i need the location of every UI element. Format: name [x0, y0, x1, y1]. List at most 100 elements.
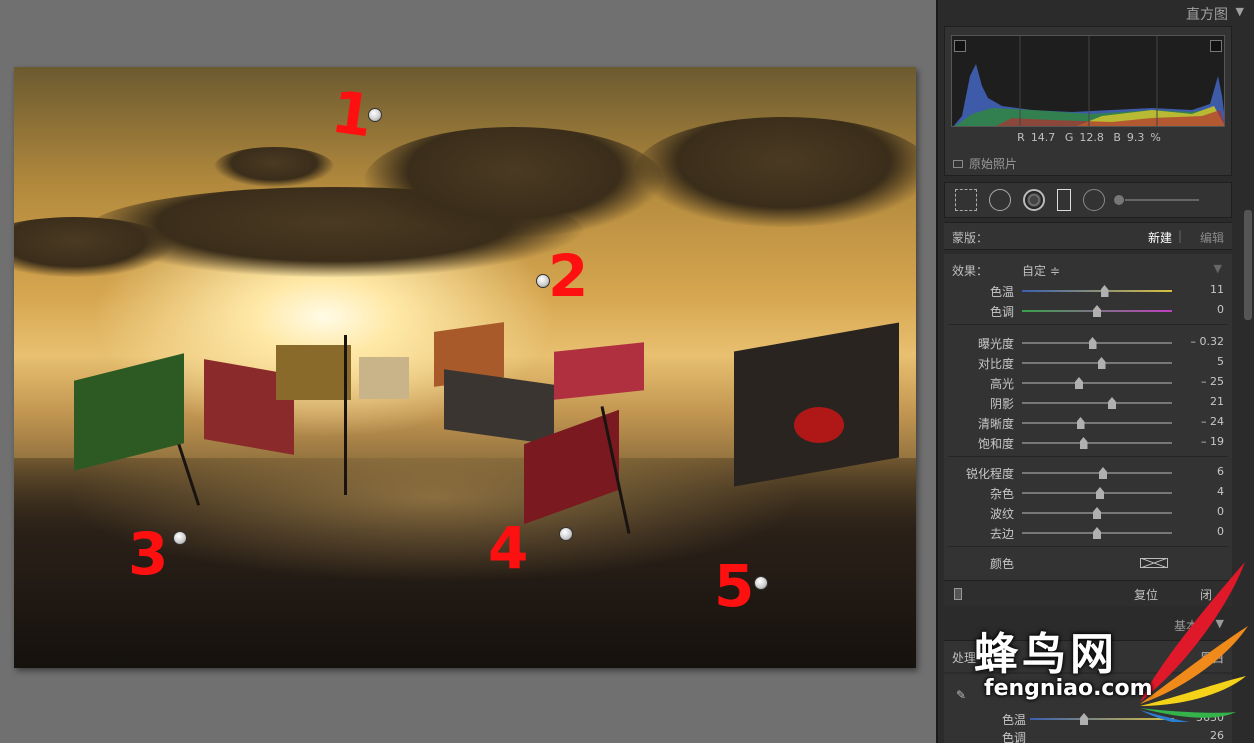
slider-row[interactable]: 曝光度 – 0.32	[944, 334, 1232, 352]
crop-tool-icon[interactable]	[955, 189, 977, 211]
original-photo-toggle[interactable]: 原始照片	[953, 155, 1017, 172]
g-label: G	[1064, 131, 1074, 144]
basic-collapse-icon[interactable]: ▼	[1216, 617, 1224, 630]
slider-track[interactable]	[1030, 713, 1174, 725]
mask-edit-button[interactable]: 编辑	[1200, 229, 1224, 246]
color-swatch[interactable]	[1140, 558, 1168, 568]
cloud	[634, 117, 916, 227]
basic-header[interactable]: 基本 ▼	[944, 614, 1232, 636]
slider-track[interactable]	[1022, 467, 1172, 479]
mask-new-button[interactable]: 新建	[1148, 229, 1172, 246]
slider-row[interactable]: 锐化程度 6	[944, 464, 1232, 482]
slider-track[interactable]	[1022, 337, 1172, 349]
slider-value[interactable]: 5	[1217, 355, 1224, 368]
develop-panel: 直方图 ▼ R 14.7 G 12.8 B 9.3% 原始照片 蒙版： 新建 |…	[936, 0, 1254, 743]
color-row: 颜色	[944, 554, 1232, 574]
slider-track[interactable]	[1022, 417, 1172, 429]
slider-label: 对比度	[977, 357, 1014, 371]
slider-track[interactable]	[1022, 305, 1172, 317]
festival-photo[interactable]: 1 2 3 4 5	[14, 67, 916, 668]
slider-value[interactable]: – 19	[1201, 435, 1224, 448]
annotation-2: 2	[548, 242, 589, 310]
checkbox-icon[interactable]	[953, 159, 963, 168]
mask-separator: |	[1177, 229, 1182, 243]
slider-track[interactable]	[1022, 397, 1172, 409]
slider-thumb[interactable]	[1075, 377, 1083, 389]
pale-flag	[359, 357, 409, 399]
effect-label: 效果：	[952, 264, 989, 278]
spot-removal-icon[interactable]	[989, 189, 1011, 211]
slider-track[interactable]	[1022, 437, 1172, 449]
slider-row[interactable]: 色调 0	[944, 302, 1232, 320]
slider-value[interactable]: 26	[1210, 729, 1224, 742]
slider-row[interactable]: 去边 0	[944, 524, 1232, 542]
slider-value[interactable]: 0	[1217, 525, 1224, 538]
slider-thumb[interactable]	[1097, 357, 1106, 369]
slider-thumb[interactable]	[1096, 487, 1104, 499]
panel-scrollbar[interactable]	[1244, 210, 1252, 320]
group-divider	[948, 546, 1228, 547]
slider-thumb[interactable]	[1076, 417, 1085, 429]
slider-label: 曝光度	[977, 337, 1014, 351]
slider-thumb[interactable]	[1093, 507, 1101, 519]
slider-row[interactable]: 阴影 21	[944, 394, 1232, 412]
brush-slider[interactable]	[1113, 194, 1199, 206]
slider-thumb[interactable]	[1100, 285, 1109, 297]
slider-row[interactable]: 色温 11	[944, 282, 1232, 300]
slider-thumb[interactable]	[1093, 527, 1101, 539]
slider-value[interactable]: 21	[1210, 395, 1224, 408]
process-row: 处理 黑白	[944, 640, 1232, 672]
black-white-button[interactable]: 黑白	[1200, 649, 1224, 666]
slider-value[interactable]: – 25	[1201, 375, 1224, 388]
slider-thumb[interactable]	[1080, 713, 1088, 725]
slider-row[interactable]: 杂色 4	[944, 484, 1232, 502]
effect-select[interactable]: 自定 ≑	[1022, 262, 1060, 279]
adjustment-brush-panel: 效果： 自定 ≑ ▼ 色温 11 色调 0 曝光度 – 0.32 对比度 5 高光 – 25 阴影 2…	[944, 254, 1232, 604]
slider-track[interactable]	[1022, 285, 1172, 297]
slider-row[interactable]: 波纹 0	[944, 504, 1232, 522]
slider-track[interactable]	[1022, 357, 1172, 369]
effect-collapse-icon[interactable]: ▼	[1214, 262, 1222, 275]
slider-thumb[interactable]	[1108, 397, 1116, 409]
slider-row[interactable]: 高光 – 25	[944, 374, 1232, 392]
histogram-collapse-icon[interactable]: ▼	[1236, 5, 1244, 18]
slider-value[interactable]: 6	[1217, 465, 1224, 478]
pink-flag	[554, 342, 644, 400]
slider-row[interactable]: 饱和度 – 19	[944, 434, 1232, 452]
slider-thumb[interactable]	[1099, 467, 1107, 479]
slider-track[interactable]	[1022, 377, 1172, 389]
slider-row[interactable]: 清晰度 – 24	[944, 414, 1232, 432]
slider-value[interactable]: 0	[1217, 505, 1224, 518]
slider-value[interactable]: 5630	[1196, 711, 1224, 724]
slider-thumb[interactable]	[1088, 337, 1097, 349]
slider-track[interactable]	[1022, 507, 1172, 519]
red-eye-icon[interactable]	[1023, 189, 1045, 211]
toggle-switch-icon[interactable]	[954, 588, 962, 600]
slider-value[interactable]: 0	[1217, 303, 1224, 316]
slider-value[interactable]: – 24	[1201, 415, 1224, 428]
eyedropper-icon[interactable]: ✎	[956, 688, 970, 702]
radial-filter-icon[interactable]	[1083, 189, 1105, 211]
slider-track[interactable]	[1022, 527, 1172, 539]
b-value: 9.3	[1126, 131, 1145, 144]
slider-value[interactable]: 11	[1210, 283, 1224, 296]
slider-row[interactable]: 对比度 5	[944, 354, 1232, 372]
g-value: 12.8	[1079, 131, 1104, 144]
close-button[interactable]: 闭	[1200, 586, 1212, 603]
graduated-filter-icon[interactable]	[1057, 189, 1071, 211]
percent-unit: %	[1150, 131, 1161, 144]
adjustment-pin-3[interactable]	[173, 531, 187, 545]
slider-value[interactable]: – 0.32	[1191, 335, 1225, 348]
slider-track[interactable]	[1022, 487, 1172, 499]
brush-slider-knob[interactable]	[1113, 194, 1125, 206]
slider-label: 杂色	[989, 487, 1014, 501]
slider-value[interactable]: 4	[1217, 485, 1224, 498]
histogram-title[interactable]: 直方图	[1186, 4, 1228, 24]
slider-thumb[interactable]	[1093, 305, 1101, 317]
slider-thumb[interactable]	[1079, 437, 1088, 449]
reset-button[interactable]: 复位	[1134, 586, 1158, 603]
wb-temp-slider[interactable]: 色温 5630	[944, 710, 1232, 728]
wb-tint-slider[interactable]: 色调 26	[944, 728, 1232, 743]
adjustment-pin-5[interactable]	[754, 576, 768, 590]
adjustment-pin-4[interactable]	[559, 527, 573, 541]
